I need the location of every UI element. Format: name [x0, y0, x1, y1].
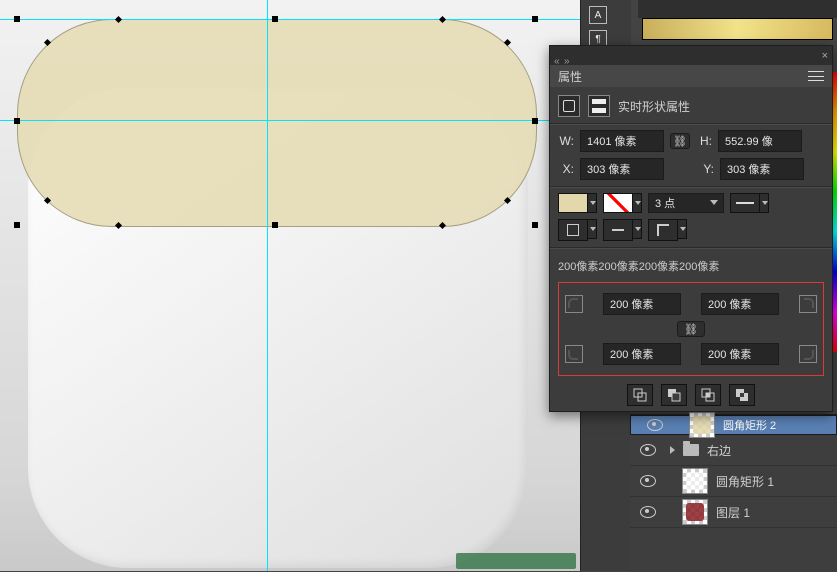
selection-handle[interactable]	[532, 16, 538, 22]
visibility-eye-icon[interactable]	[640, 506, 656, 518]
exclude-shapes-button[interactable]	[729, 384, 755, 406]
corner-br-input[interactable]	[701, 343, 779, 365]
height-label: H:	[696, 134, 712, 148]
selection-handle[interactable]	[532, 118, 538, 124]
corner-tr-input[interactable]	[701, 293, 779, 315]
layer-name: 右边	[707, 442, 731, 459]
layer-thumbnail[interactable]	[689, 412, 715, 438]
guide-horizontal-top[interactable]	[0, 19, 580, 20]
properties-tab-label: 属性	[558, 68, 582, 85]
link-wh-icon[interactable]: ⛓	[670, 133, 690, 149]
fill-swatch[interactable]	[558, 193, 597, 213]
layer-row[interactable]: 图层 1	[630, 497, 837, 528]
properties-panel: × 属性 实时形状属性 W: ⛓ H: X: Y:	[549, 45, 833, 412]
selection-handle[interactable]	[14, 222, 20, 228]
character-panel-icon[interactable]: A	[589, 6, 607, 24]
link-radii-icon[interactable]: ⛓	[677, 321, 705, 337]
width-label: W:	[558, 134, 574, 148]
layer-thumbnail[interactable]	[682, 499, 708, 525]
y-input[interactable]	[720, 158, 804, 180]
properties-titlebar[interactable]: ×	[550, 46, 832, 65]
properties-header: 实时形状属性	[618, 98, 690, 115]
visibility-eye-icon[interactable]	[647, 419, 663, 431]
gradient-bar[interactable]	[642, 18, 833, 40]
close-icon[interactable]: ×	[822, 50, 828, 62]
corner-bl-icon[interactable]	[565, 345, 583, 363]
stroke-weight-select[interactable]	[648, 193, 724, 213]
selection-handle[interactable]	[272, 16, 278, 22]
layer-row[interactable]: 圆角矩形 1	[630, 466, 837, 497]
gradient-preview	[638, 0, 837, 41]
stroke-swatch[interactable]	[603, 193, 642, 213]
x-label: X:	[558, 162, 574, 176]
cap-style-button[interactable]	[603, 219, 642, 241]
y-label: Y:	[698, 162, 714, 176]
path-operations-row	[558, 384, 824, 406]
stroke-style-swatch[interactable]	[730, 193, 769, 213]
visibility-eye-icon[interactable]	[640, 444, 656, 456]
disclosure-triangle-icon[interactable]	[670, 446, 675, 454]
selection-handle[interactable]	[532, 222, 538, 228]
selection-handle[interactable]	[14, 16, 20, 22]
corner-tl-input[interactable]	[603, 293, 681, 315]
layer-row[interactable]: 圆角矩形 2	[630, 415, 837, 435]
status-bar-fragment	[456, 553, 576, 569]
visibility-eye-icon[interactable]	[640, 475, 656, 487]
layer-thumbnail[interactable]	[682, 468, 708, 494]
stroke-weight-input[interactable]	[648, 193, 724, 213]
folder-icon	[683, 444, 699, 456]
corner-tr-icon[interactable]	[799, 295, 817, 313]
layer-name: 圆角矩形 2	[723, 417, 776, 433]
corner-bl-input[interactable]	[603, 343, 681, 365]
corner-radii-summary: 200像素200像素200像素200像素	[558, 254, 824, 278]
width-input[interactable]	[580, 130, 664, 152]
height-input[interactable]	[718, 130, 802, 152]
collapse-left-icon[interactable]	[554, 53, 560, 59]
collapse-right-icon[interactable]	[564, 53, 570, 59]
corner-tl-icon[interactable]	[565, 295, 583, 313]
corner-style-button[interactable]	[648, 219, 687, 241]
shape-rounded-rect-selected[interactable]	[17, 19, 537, 227]
corner-br-icon[interactable]	[799, 345, 817, 363]
guide-horizontal-mid[interactable]	[0, 120, 580, 121]
panel-menu-icon[interactable]	[808, 71, 824, 81]
layers-panel: 圆角矩形 2 右边圆角矩形 1 图层 1	[630, 414, 837, 572]
guide-vertical[interactable]	[267, 0, 268, 571]
gradient-tab[interactable]	[638, 0, 837, 18]
combine-shapes-button[interactable]	[627, 384, 653, 406]
layer-row[interactable]: 右边	[630, 435, 837, 466]
canvas[interactable]	[0, 0, 580, 571]
layer-name: 圆角矩形 1	[716, 473, 774, 490]
x-input[interactable]	[580, 158, 664, 180]
subtract-shapes-button[interactable]	[661, 384, 687, 406]
layer-name: 图层 1	[716, 504, 750, 521]
selection-handle[interactable]	[14, 118, 20, 124]
stroke-align-button[interactable]	[558, 219, 597, 241]
corner-radii-group: ⛓	[558, 282, 824, 376]
live-shape-icon	[588, 95, 610, 117]
shape-type-icon	[558, 95, 580, 117]
properties-tab[interactable]: 属性	[550, 65, 832, 87]
selection-handle[interactable]	[272, 222, 278, 228]
intersect-shapes-button[interactable]	[695, 384, 721, 406]
